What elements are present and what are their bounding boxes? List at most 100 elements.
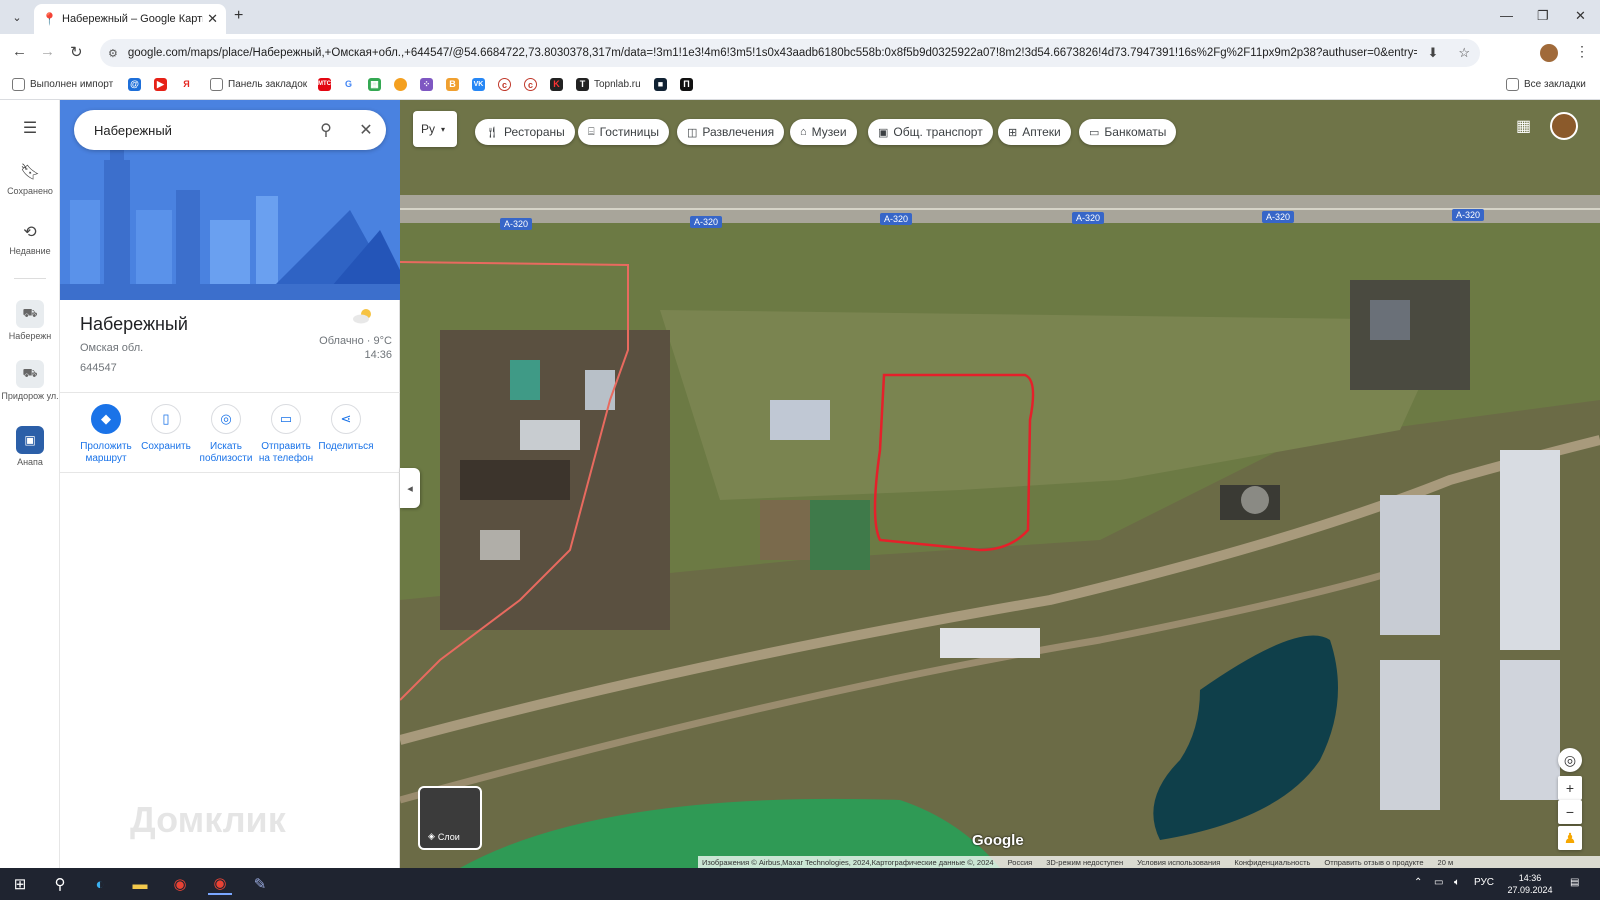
window-close-icon[interactable]: ✕ [1575, 8, 1586, 24]
rail-saved[interactable]: 🔖︎ Сохранено [0, 162, 60, 196]
folder-icon [1506, 78, 1519, 91]
network-icon[interactable]: ▭ [1434, 877, 1443, 888]
search-icon[interactable]: ⚲ [306, 120, 346, 140]
bookmark-topnlab[interactable]: T Topnlab.ru [576, 78, 641, 91]
rail-recent-place-2[interactable]: ⛟ Придорож ул. [0, 360, 60, 401]
bookmark-yandex[interactable]: Я [180, 78, 198, 91]
directions-button[interactable]: ◆ Проложить маршрут [76, 404, 136, 465]
google-apps-icon[interactable]: ▦ [1516, 116, 1531, 136]
browser-menu-icon[interactable]: ⋮ [1575, 43, 1589, 60]
place-title: Набережный [80, 314, 188, 334]
bookmark-imported[interactable]: Выполнен импорт [12, 78, 113, 91]
bookmark-c1[interactable]: c [498, 78, 516, 91]
bookmark-p[interactable]: П [680, 78, 698, 91]
file-explorer-icon[interactable]: ▬ [128, 873, 152, 895]
bookmark-youtube[interactable]: ▶ [154, 78, 172, 91]
restore-icon[interactable]: ❐ [1537, 8, 1549, 24]
browser-tab-active[interactable]: 📍 Набережный – Google Карты ✕ [34, 4, 226, 34]
back-arrow-icon[interactable]: ← [12, 43, 27, 60]
notifications-icon[interactable]: ▤ [1570, 877, 1579, 888]
search-box[interactable]: Набережный ⚲ ✕ [74, 110, 386, 150]
address-bar[interactable]: ⚙ google.com/maps/place/Набережный,+Омск… [100, 39, 1480, 67]
search-icon[interactable]: ⚲ [48, 873, 72, 895]
square-icon: ■ [654, 78, 667, 91]
install-app-icon[interactable]: ⬇ [1427, 45, 1438, 61]
account-avatar[interactable] [1550, 112, 1578, 140]
language-dropdown[interactable]: Ру ▾ [413, 111, 457, 147]
nearby-button[interactable]: ◎ Искать поблизости [196, 404, 256, 465]
attribution-country[interactable]: Россия [1008, 858, 1033, 867]
chrome-icon[interactable]: ◉ [168, 873, 192, 895]
search-input[interactable]: Набережный [94, 123, 306, 138]
bookmark-google[interactable]: G [342, 78, 360, 91]
rail-recent-place-3[interactable]: ▣ Анапа [0, 426, 60, 467]
windows-start-icon[interactable]: ⊞ [8, 873, 32, 895]
my-location-icon[interactable]: ◎ [1558, 748, 1582, 772]
bookmark-k[interactable]: K [550, 78, 568, 91]
rail-recent[interactable]: ⟲ Недавние [0, 222, 60, 256]
b-icon: B [446, 78, 459, 91]
share-label: Поделиться [318, 441, 374, 452]
language-label: Ру [421, 122, 436, 136]
collapse-panel-chevron-icon[interactable]: ◂ [400, 468, 420, 508]
tab-close-icon[interactable]: ✕ [207, 11, 218, 27]
chip-transit[interactable]: ▣ Общ. транспорт [868, 119, 993, 145]
edge-icon[interactable]: ◐ [88, 873, 112, 895]
bookmark-colorful[interactable]: ⁘ [420, 78, 438, 91]
p-icon: П [680, 78, 693, 91]
attribution-privacy[interactable]: Конфиденциальность [1234, 858, 1310, 867]
minimize-icon[interactable]: — [1500, 8, 1513, 23]
reload-icon[interactable]: ↻ [70, 43, 83, 61]
save-button[interactable]: ▯ Сохранить [136, 404, 196, 453]
send-to-phone-button[interactable]: ▭ Отправить на телефон [256, 404, 316, 465]
bookmark-dark[interactable]: ■ [654, 78, 672, 91]
new-tab-plus-icon[interactable]: + [234, 7, 243, 25]
chrome-active-icon[interactable]: ◉ [208, 873, 232, 895]
tab-list-chevron-icon[interactable]: ⌄ [6, 6, 28, 28]
tray-chevron-icon[interactable]: ⌃ [1414, 877, 1422, 888]
input-language[interactable]: РУС [1474, 877, 1494, 888]
circle-icon [394, 78, 407, 91]
chip-entertainment[interactable]: ◫ Развлечения [677, 119, 785, 145]
layers-button[interactable]: ◈ Слои [418, 786, 482, 850]
forward-arrow-icon[interactable]: → [40, 43, 55, 60]
zoom-in-icon[interactable]: + [1558, 776, 1582, 800]
place-postcode: 644547 [80, 362, 117, 374]
bookmark-panel-folder[interactable]: Панель закладок [210, 78, 307, 91]
pegman-icon[interactable]: ♟ [1558, 826, 1582, 850]
profile-avatar[interactable] [1540, 44, 1558, 62]
menu-hamburger[interactable]: ☰ [0, 118, 60, 142]
bookmark-mts[interactable]: МТС [318, 78, 336, 91]
browser-tab-bar: ⌄ 📍 Набережный – Google Карты ✕ + — ❐ ✕ [0, 0, 1600, 34]
scale-bar[interactable]: 20 м [1438, 858, 1454, 867]
url-text[interactable]: google.com/maps/place/Набережный,+Омская… [128, 47, 1418, 59]
attribution-feedback[interactable]: Отправить отзыв о продукте [1324, 858, 1423, 867]
bookmark-mail[interactable]: @ [128, 78, 146, 91]
bookmark-vk[interactable]: VK [472, 78, 490, 91]
bookmark-c2[interactable]: c [524, 78, 542, 91]
chip-museums[interactable]: ⌂ Музеи [790, 119, 857, 145]
chip-hotels[interactable]: ⌸ Гостиницы [578, 119, 670, 145]
layers-label: Слои [437, 832, 460, 842]
bookmark-orange[interactable] [394, 78, 412, 91]
attribution-terms[interactable]: Условия использования [1137, 858, 1220, 867]
volume-icon[interactable]: 🔈︎ [1454, 877, 1460, 888]
chip-pharmacies[interactable]: ⊞ Аптеки [998, 119, 1071, 145]
attribution-3d: 3D-режим недоступен [1046, 857, 1124, 867]
app-icon[interactable]: ✎ [248, 873, 272, 895]
chip-restaurants[interactable]: 🍴︎ Рестораны [475, 119, 575, 145]
zoom-out-icon[interactable]: − [1558, 800, 1582, 824]
system-clock[interactable]: 14:36 27.09.2024 [1502, 872, 1558, 896]
bookmark-apps[interactable]: ▦ [368, 78, 386, 91]
chip-atms[interactable]: ▭ Банкоматы [1079, 119, 1177, 145]
chip-label: Развлечения [702, 125, 775, 139]
partly-cloudy-icon [353, 309, 371, 324]
site-info-icon[interactable]: ⚙ [108, 47, 118, 60]
bookmark-b[interactable]: B [446, 78, 464, 91]
rail-recent-place-1[interactable]: ⛟ Набережн [0, 300, 60, 341]
close-icon[interactable]: ✕ [346, 120, 386, 140]
bookmark-star-icon[interactable]: ☆ [1458, 45, 1470, 61]
satellite-map[interactable] [400, 100, 1600, 868]
share-button[interactable]: ⋖ Поделиться [316, 404, 376, 453]
all-bookmarks[interactable]: Все закладки [1506, 78, 1586, 91]
